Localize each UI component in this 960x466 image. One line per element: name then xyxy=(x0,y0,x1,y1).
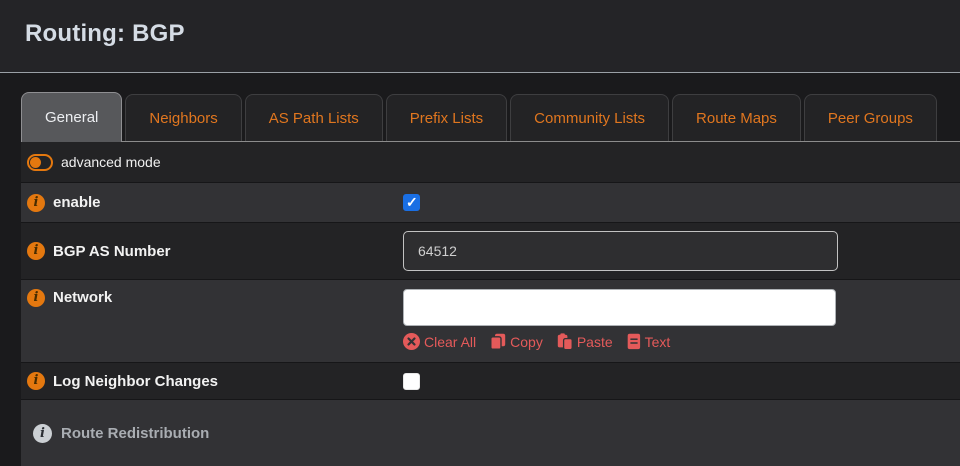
bgp-as-number-label-cell: i BGP AS Number xyxy=(21,223,403,279)
text-label: Text xyxy=(645,334,671,350)
tab-route-maps[interactable]: Route Maps xyxy=(672,94,801,141)
tab-label: AS Path Lists xyxy=(269,110,359,127)
copy-button[interactable]: Copy xyxy=(490,333,543,350)
file-text-icon xyxy=(627,333,641,350)
page-title: Routing: BGP xyxy=(0,0,960,48)
tab-label: Neighbors xyxy=(149,110,217,127)
log-neighbor-changes-row: i Log Neighbor Changes xyxy=(21,362,960,399)
log-neighbor-changes-control-cell xyxy=(403,363,960,399)
clear-all-label: Clear All xyxy=(424,334,476,350)
tab-as-path-lists[interactable]: AS Path Lists xyxy=(245,94,383,141)
network-input[interactable] xyxy=(403,289,836,326)
enable-row: i enable xyxy=(21,182,960,222)
toggle-knob xyxy=(30,157,41,168)
info-icon[interactable]: i xyxy=(27,372,45,390)
network-label-cell: i Network xyxy=(21,280,403,362)
advanced-mode-label: advanced mode xyxy=(61,154,161,170)
text-button[interactable]: Text xyxy=(627,333,671,350)
circle-xmark-icon xyxy=(403,333,420,350)
enable-control-cell xyxy=(403,183,960,222)
info-icon[interactable]: i xyxy=(33,424,52,443)
bgp-as-number-control-cell xyxy=(403,223,960,279)
copy-icon xyxy=(490,333,506,350)
bgp-as-number-row: i BGP AS Number xyxy=(21,222,960,279)
paste-icon xyxy=(557,333,573,350)
network-row: i Network Clear All Copy Paste xyxy=(21,279,960,362)
log-neighbor-changes-label: Log Neighbor Changes xyxy=(53,373,218,390)
network-actions: Clear All Copy Paste Text xyxy=(403,333,670,350)
copy-label: Copy xyxy=(510,334,543,350)
tab-neighbors[interactable]: Neighbors xyxy=(125,94,241,141)
info-icon[interactable]: i xyxy=(27,289,45,307)
enable-label-cell: i enable xyxy=(21,183,403,222)
enable-label: enable xyxy=(53,194,101,211)
info-icon[interactable]: i xyxy=(27,194,45,212)
clear-all-button[interactable]: Clear All xyxy=(403,333,476,350)
tab-label: Route Maps xyxy=(696,110,777,127)
content-area: General Neighbors AS Path Lists Prefix List… xyxy=(21,73,960,466)
log-neighbor-changes-label-cell: i Log Neighbor Changes xyxy=(21,363,403,399)
paste-label: Paste xyxy=(577,334,613,350)
route-redistribution-label: Route Redistribution xyxy=(61,425,209,442)
advanced-mode-toggle-row[interactable]: advanced mode xyxy=(21,142,960,182)
tab-label: Peer Groups xyxy=(828,110,913,127)
tab-general[interactable]: General xyxy=(21,92,122,142)
bgp-as-number-input[interactable] xyxy=(403,231,838,271)
tab-peer-groups[interactable]: Peer Groups xyxy=(804,94,937,141)
route-redistribution-section-header[interactable]: i Route Redistribution xyxy=(21,399,960,466)
enable-checkbox[interactable] xyxy=(403,194,420,211)
log-neighbor-changes-checkbox[interactable] xyxy=(403,373,420,390)
tab-label: General xyxy=(45,109,98,126)
tab-label: Community Lists xyxy=(534,110,645,127)
bgp-as-number-label: BGP AS Number xyxy=(53,243,171,260)
network-label: Network xyxy=(53,289,112,306)
tab-bar: General Neighbors AS Path Lists Prefix List… xyxy=(21,93,960,142)
tab-prefix-lists[interactable]: Prefix Lists xyxy=(386,94,507,141)
info-icon[interactable]: i xyxy=(27,242,45,260)
tab-label: Prefix Lists xyxy=(410,110,483,127)
network-control-cell: Clear All Copy Paste Text xyxy=(403,280,960,362)
toggle-off-icon[interactable] xyxy=(27,154,53,171)
page-header: Routing: BGP xyxy=(0,0,960,73)
paste-button[interactable]: Paste xyxy=(557,333,613,350)
general-tab-panel: advanced mode i enable i BGP AS Number i xyxy=(21,142,960,466)
tab-community-lists[interactable]: Community Lists xyxy=(510,94,669,141)
